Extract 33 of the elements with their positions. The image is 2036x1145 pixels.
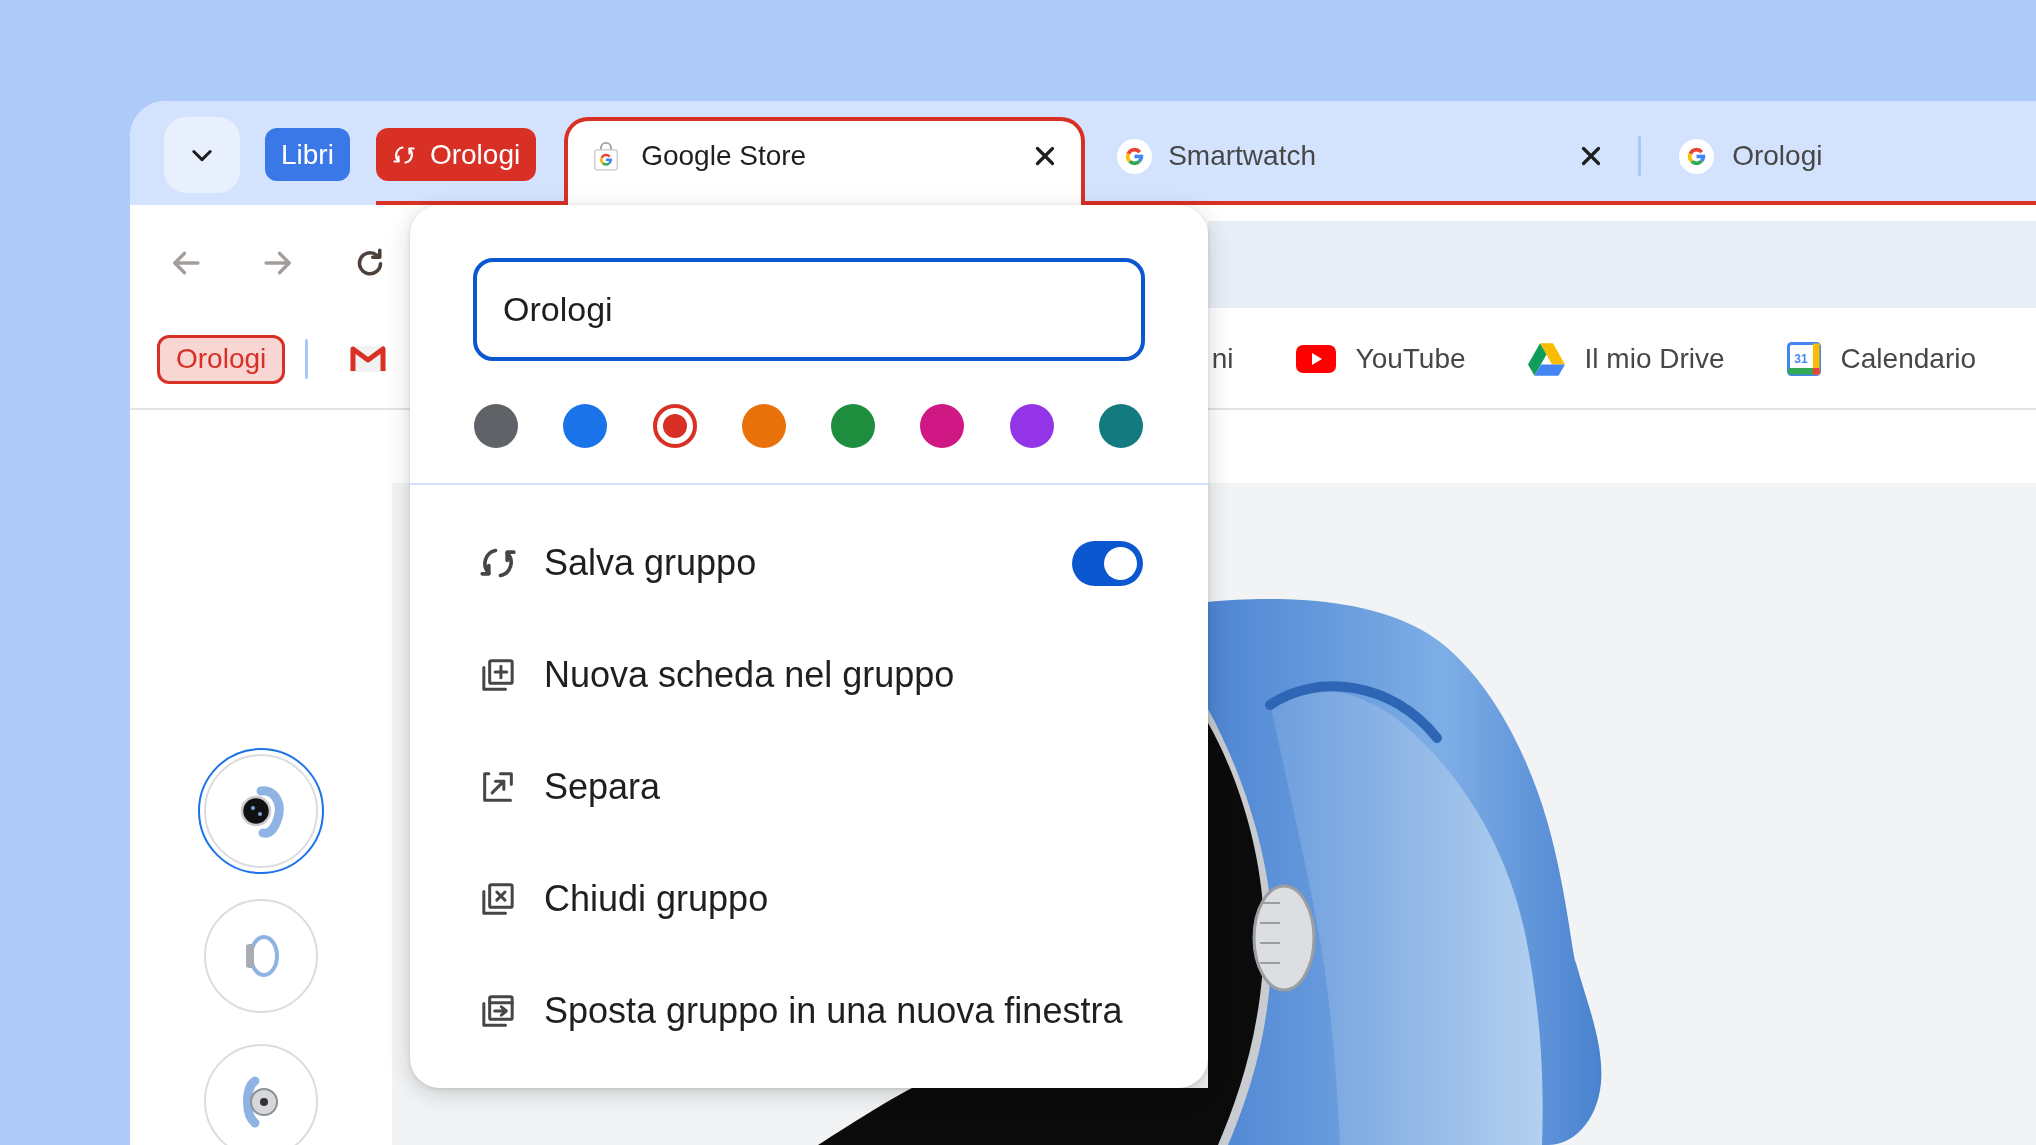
tab[interactable]: Smartwatch — [1085, 101, 1626, 201]
mail-icon — [348, 344, 389, 374]
calendar-icon: 31 — [1786, 342, 1821, 376]
tab-group-chip[interactable]: Orologi — [375, 128, 537, 181]
toggle-switch[interactable] — [1072, 540, 1143, 586]
image-thumbnail[interactable] — [198, 748, 324, 874]
tab[interactable]: Google Store — [564, 117, 1086, 205]
tab-group-chip[interactable]: Libri — [265, 128, 350, 181]
bookmark-link[interactable]: YouTube — [1295, 342, 1466, 376]
play-button-icon — [1295, 345, 1336, 373]
color-swatch[interactable] — [920, 404, 965, 448]
color-swatch[interactable] — [741, 404, 786, 448]
menu-item[interactable]: Chiudi gruppo — [478, 877, 769, 921]
menu-item[interactable]: Separa — [478, 765, 661, 809]
saved-group-chip[interactable]: Orologi — [157, 334, 286, 384]
g-logo-icon — [1117, 138, 1153, 174]
bookmark-link[interactable]: 31 Calendario — [1786, 342, 1976, 376]
color-swatch[interactable] — [652, 404, 697, 448]
triangle-logo-icon — [1527, 342, 1565, 376]
group-name-field[interactable]: Orologi — [473, 258, 1145, 361]
color-swatch[interactable] — [474, 404, 518, 448]
color-swatch[interactable] — [831, 404, 876, 448]
bookmark-link[interactable]: Il mio Drive — [1527, 342, 1725, 376]
g-logo-icon — [1679, 138, 1715, 174]
color-swatch[interactable] — [563, 404, 608, 448]
color-swatch[interactable] — [1009, 404, 1054, 448]
bookmark-link[interactable] — [348, 344, 389, 374]
menu-item[interactable]: Salva gruppo — [478, 541, 757, 585]
menu-item[interactable]: Nuova scheda nel gruppo — [478, 653, 955, 697]
bookmark-link[interactable]: ni — [1211, 342, 1234, 376]
tab[interactable]: Orologi — [1641, 101, 2036, 201]
menu-item[interactable]: Sposta gruppo in una nuova finestra — [478, 989, 1123, 1033]
color-swatch[interactable] — [1098, 404, 1143, 448]
